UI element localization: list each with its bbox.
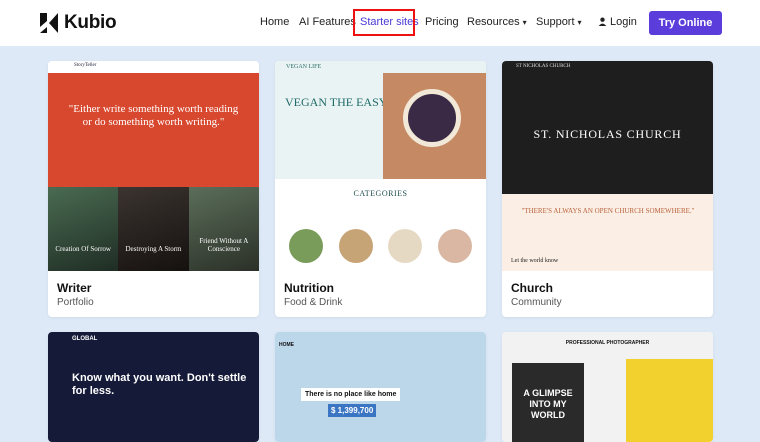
thumb-panel-title: Creation Of Sorrow (55, 245, 111, 253)
thumb-subtitle: Let the world know (511, 258, 559, 264)
nav-login[interactable]: Login (598, 16, 637, 28)
thumb-brand: ST NICHOLAS CHURCH (516, 64, 571, 69)
thumb-category-images (275, 229, 486, 263)
thumb-panel: Friend Without A Conscience (188, 187, 259, 271)
thumb-quote: "THERE'S ALWAYS AN OPEN CHURCH SOMEWHERE… (521, 207, 695, 215)
user-icon (598, 17, 607, 26)
logo[interactable]: Kubio (40, 12, 117, 34)
starter-card-global[interactable]: GLOBAL Know what you want. Don't settle … (48, 332, 259, 442)
nav-support[interactable]: Support ▾ (536, 16, 582, 28)
category-image (338, 229, 373, 263)
highlight-box (353, 9, 415, 36)
thumb-headline: ST. NICHOLAS CHURCH (533, 127, 682, 141)
thumb-panel: Creation Of Sorrow (48, 187, 119, 271)
nutrition-thumbnail: VEGAN LIFE VEGAN THE EASY WAY CATEGORIES (275, 61, 486, 271)
church-thumbnail: ST NICHOLAS CHURCH ST. NICHOLAS CHURCH "… (502, 61, 713, 271)
thumb-quote-band: "THERE'S ALWAYS AN OPEN CHURCH SOMEWHERE… (502, 194, 713, 271)
category-image (288, 229, 323, 263)
logo-text: Kubio (64, 12, 117, 33)
chevron-down-icon: ▾ (577, 18, 582, 27)
thumb-headline: Know what you want. Don't settle for les… (72, 372, 247, 397)
category-image (438, 229, 473, 263)
bowl-image (383, 73, 486, 179)
lemon-image (626, 359, 713, 442)
category-image (388, 229, 423, 263)
thumb-hero: HOME There is no place like home $ 1,399… (275, 332, 486, 442)
nav-resources-label: Resources (467, 16, 520, 28)
thumb-panel-title: Destroying A Storm (125, 245, 182, 253)
nav-support-label: Support (536, 16, 575, 28)
thumb-brand: VEGAN LIFE (286, 64, 322, 70)
thumb-panels: Creation Of Sorrow Destroying A Storm Fr… (48, 187, 259, 271)
starter-card-nutrition[interactable]: VEGAN LIFE VEGAN THE EASY WAY CATEGORIES… (275, 61, 486, 317)
thumb-brand: HOME (279, 342, 294, 348)
kubio-logo-icon (40, 13, 58, 33)
bowl-image-inner (403, 89, 461, 147)
thumb-quote: "Either write something worth reading or… (68, 103, 239, 128)
card-title: Church (511, 281, 553, 295)
card-category: Community (511, 297, 562, 308)
thumb-headline: A GLIMPSE INTO MY WORLD (523, 388, 573, 420)
thumb-brand: PROFESSIONAL PHOTOGRAPHER (565, 340, 650, 346)
starter-card-photographer[interactable]: PROFESSIONAL PHOTOGRAPHER A GLIMPSE INTO… (502, 332, 713, 442)
thumb-brand: StoryTeller (74, 63, 97, 68)
thumb-brand: GLOBAL (72, 336, 98, 342)
starter-card-home[interactable]: HOME There is no place like home $ 1,399… (275, 332, 486, 442)
photographer-thumbnail: PROFESSIONAL PHOTOGRAPHER A GLIMPSE INTO… (502, 332, 713, 442)
card-category: Portfolio (57, 297, 94, 308)
nav-home[interactable]: Home (260, 16, 289, 28)
nav-login-label: Login (610, 16, 637, 28)
thumb-topbar: StoryTeller (48, 61, 259, 73)
thumb-categories-heading: CATEGORIES (353, 189, 408, 198)
starter-card-church[interactable]: ST NICHOLAS CHURCH ST. NICHOLAS CHURCH "… (502, 61, 713, 317)
thumb-headline: There is no place like home (301, 388, 401, 401)
nav-pricing[interactable]: Pricing (425, 16, 459, 28)
thumb-panel: Destroying A Storm (118, 187, 189, 271)
card-title: Writer (57, 281, 92, 295)
global-thumbnail: GLOBAL Know what you want. Don't settle … (48, 332, 259, 442)
try-online-button[interactable]: Try Online (649, 11, 722, 35)
starter-card-writer[interactable]: StoryTeller "Either write something wort… (48, 61, 259, 317)
thumb-panel-title: Friend Without A Conscience (199, 237, 249, 253)
nav-resources[interactable]: Resources ▾ (467, 16, 527, 28)
thumb-price: $ 1,399,700 (328, 404, 377, 417)
thumb-hero: GLOBAL Know what you want. Don't settle … (48, 332, 259, 442)
card-title: Nutrition (284, 281, 334, 295)
card-category: Food & Drink (284, 297, 343, 308)
home-thumbnail: HOME There is no place like home $ 1,399… (275, 332, 486, 442)
chevron-down-icon: ▾ (522, 18, 527, 27)
thumb-hero: PROFESSIONAL PHOTOGRAPHER A GLIMPSE INTO… (502, 332, 713, 442)
writer-thumbnail: StoryTeller "Either write something wort… (48, 61, 259, 271)
nav-ai-features[interactable]: AI Features (299, 16, 356, 28)
site-header: Kubio Home AI Features Starter sites Pri… (0, 0, 760, 46)
thumb-hero (48, 73, 259, 187)
